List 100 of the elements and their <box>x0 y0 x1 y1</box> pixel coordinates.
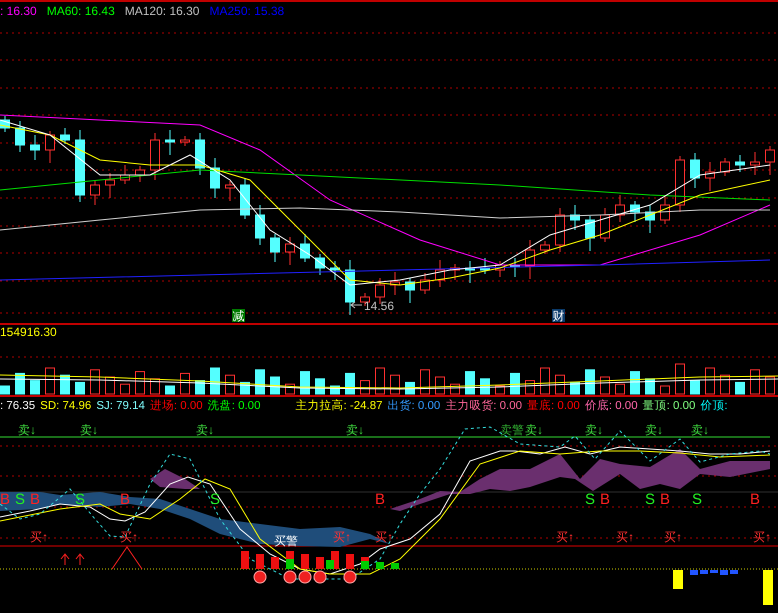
volume-bar <box>30 380 40 394</box>
candlestick <box>270 234 280 262</box>
legend-value: SD: 74.96 <box>40 400 92 412</box>
sell-signal: 卖↓ <box>691 423 709 437</box>
up-arrow-icon <box>76 553 84 566</box>
legend-value: 出货: 0.00 <box>387 398 440 413</box>
up-arrow-icon <box>60 553 70 566</box>
volume-bar <box>660 386 670 394</box>
volume-bar <box>540 368 550 394</box>
volume-bar <box>495 386 505 394</box>
trade-mark: S <box>692 491 702 508</box>
legend-value: 洗盘: 0.00 <box>208 398 260 413</box>
volume-bar <box>270 376 280 394</box>
legend-value: 量底: 0.00 <box>527 398 580 413</box>
candlestick <box>15 120 25 152</box>
volume-bar <box>180 372 190 394</box>
candlestick <box>465 260 475 284</box>
candlestick <box>45 130 55 164</box>
legend-value: MA250: 15.38 <box>209 4 284 18</box>
volume-bar <box>120 384 130 394</box>
volume-bar <box>555 374 565 394</box>
trade-mark: B <box>750 491 760 508</box>
candlestick <box>510 258 520 278</box>
volume-bar <box>585 369 595 394</box>
candlestick <box>525 240 535 280</box>
candlestick <box>390 272 400 296</box>
volume-bar <box>465 371 475 394</box>
triangle-marker-line <box>112 546 142 570</box>
ball-icon <box>344 570 356 584</box>
volume-bar <box>675 364 685 394</box>
candlestick <box>315 254 325 276</box>
buy-signal: 买↑ <box>120 530 138 544</box>
volume-bar <box>105 376 115 394</box>
candlestick <box>330 260 340 280</box>
volume-bar <box>225 374 235 394</box>
candlestick <box>690 152 700 188</box>
candlestick <box>240 178 250 220</box>
candlestick <box>555 208 565 252</box>
volume-bar <box>690 380 700 394</box>
sell-signal: 卖↓ <box>80 423 98 437</box>
volume-bar <box>135 371 145 394</box>
candlestick <box>300 234 310 262</box>
candlestick <box>765 146 775 176</box>
candlestick <box>645 204 655 234</box>
volume-bar <box>705 368 715 394</box>
volume-bar <box>375 368 385 394</box>
legend-value: : 16.30 <box>0 4 37 18</box>
candlestick <box>30 134 40 160</box>
volume-reading: 154916.30 <box>0 325 57 339</box>
legend-value: 量顶: 0.00 <box>642 399 696 413</box>
candlestick <box>225 180 235 202</box>
volume-bar <box>600 376 610 394</box>
volume-bar <box>345 372 355 394</box>
volume-bar <box>300 371 310 394</box>
candlestick <box>90 180 100 206</box>
trade-mark: B <box>0 491 10 508</box>
candlestick <box>585 216 595 252</box>
candlestick <box>480 258 490 274</box>
leader-line <box>350 302 362 308</box>
candlestick <box>735 154 745 172</box>
candlestick <box>450 264 460 280</box>
trade-mark: S <box>210 491 220 508</box>
candlestick <box>705 162 715 192</box>
buy-signal: 买↑ <box>30 530 48 544</box>
volume-bar <box>735 382 745 394</box>
legend-value: 进场: 0.00 <box>150 398 203 413</box>
candlestick <box>285 236 295 266</box>
legend-value: 主力吸货: 0.00 <box>445 398 522 413</box>
volume-bar <box>90 369 100 394</box>
legend-value: SJ: 79.14 <box>96 400 145 412</box>
candlestick <box>210 158 220 198</box>
sell-signal: 卖↓ <box>645 423 663 437</box>
trade-mark: S <box>585 491 596 508</box>
candlestick <box>405 278 415 304</box>
volume-bar <box>390 374 400 394</box>
volume-bar <box>0 386 10 394</box>
volume-bar <box>510 372 520 394</box>
legend-value: MA120: 16.30 <box>124 4 200 18</box>
trade-mark: S <box>645 491 656 508</box>
candlestick <box>105 172 115 198</box>
candlestick <box>195 132 205 176</box>
ball-icon <box>254 570 266 584</box>
buy-warning: 买警 <box>274 534 298 548</box>
volume-bar <box>615 384 625 394</box>
trade-mark: B <box>30 491 40 508</box>
volume-bar <box>75 382 85 394</box>
sell-signal: 卖警 <box>500 423 524 437</box>
buy-signal: 买↑ <box>333 530 351 544</box>
candlestick <box>60 128 70 144</box>
badge-label: 减 <box>232 309 244 323</box>
volume-bar <box>60 374 70 394</box>
sell-signal: 卖↓ <box>196 423 214 437</box>
ball-icon <box>314 570 326 584</box>
ball-icon <box>298 570 312 584</box>
band-area <box>150 469 200 489</box>
trade-mark: S <box>15 491 26 508</box>
candlestick <box>345 260 355 316</box>
legend-value: MA60: 16.43 <box>46 4 115 18</box>
candlestick <box>495 260 505 278</box>
trade-mark: B <box>660 491 670 508</box>
